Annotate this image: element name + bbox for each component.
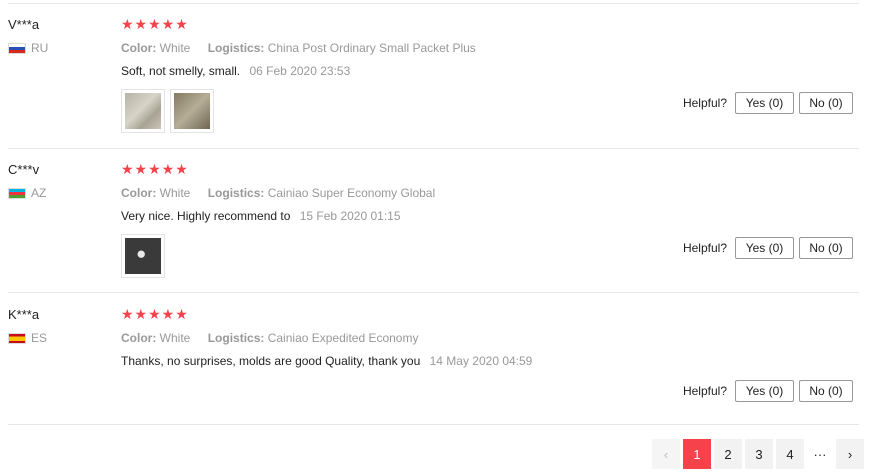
logistics-value: Cainiao Super Economy Global xyxy=(267,186,436,200)
photo-image xyxy=(125,238,161,274)
review-photos xyxy=(121,89,214,133)
color-value: White xyxy=(159,186,191,200)
helpful-yes-button[interactable]: Yes (0) xyxy=(735,380,794,402)
logistics-label: Logistics: xyxy=(207,41,265,55)
review-photo-thumbnail[interactable] xyxy=(121,234,165,278)
review-divider xyxy=(8,424,859,425)
helpful-label: Helpful? xyxy=(682,384,727,398)
next-page-button[interactable]: › xyxy=(836,439,864,469)
review-text: Soft, not smelly, small. xyxy=(121,64,241,78)
review-photos xyxy=(121,234,165,278)
logistics-value: China Post Ordinary Small Packet Plus xyxy=(267,41,476,55)
review-date: 06 Feb 2020 23:53 xyxy=(249,64,351,78)
page-button-4[interactable]: 4 xyxy=(776,439,804,469)
review-text: Very nice. Highly recommend to xyxy=(121,209,291,223)
color-label: Color: xyxy=(121,186,157,200)
review-item: C***v AZ ★★★★★ Color: White Logistics: C… xyxy=(8,162,859,280)
review-date: 14 May 2020 04:59 xyxy=(429,354,533,368)
reviewer-country: RU xyxy=(8,41,48,55)
review-body: Very nice. Highly recommend to 15 Feb 20… xyxy=(121,209,401,223)
helpful-yes-button[interactable]: Yes (0) xyxy=(735,237,794,259)
page-button-1[interactable]: 1 xyxy=(683,439,711,469)
logistics-label: Logistics: xyxy=(207,331,265,345)
color-label: Color: xyxy=(121,331,157,345)
star-rating: ★★★★★ xyxy=(121,161,189,177)
flag-icon xyxy=(8,332,26,344)
page-button-3[interactable]: 3 xyxy=(745,439,773,469)
photo-image xyxy=(174,93,210,129)
helpful-vote: Helpful? Yes (0) No (0) xyxy=(683,92,853,114)
helpful-no-button[interactable]: No (0) xyxy=(799,237,853,259)
helpful-no-button[interactable]: No (0) xyxy=(799,380,853,402)
reviewer-name: K***a xyxy=(8,307,40,322)
pagination: ‹ 1 2 3 4 ··· › xyxy=(652,439,867,469)
reviewer-name: V***a xyxy=(8,17,40,32)
helpful-vote: Helpful? Yes (0) No (0) xyxy=(683,380,853,402)
star-rating: ★★★★★ xyxy=(121,306,189,322)
review-divider xyxy=(8,292,859,293)
flag-icon xyxy=(8,187,26,199)
color-value: White xyxy=(159,41,191,55)
review-body: Thanks, no surprises, molds are good Qua… xyxy=(121,354,532,368)
reviewer-name: C***v xyxy=(8,162,40,177)
helpful-vote: Helpful? Yes (0) No (0) xyxy=(683,237,853,259)
top-divider xyxy=(8,3,859,4)
review-body: Soft, not smelly, small. 06 Feb 2020 23:… xyxy=(121,64,350,78)
reviewer-country: ES xyxy=(8,331,47,345)
star-rating: ★★★★★ xyxy=(121,16,189,32)
pagination-ellipsis: ··· xyxy=(813,446,827,462)
page-button-2[interactable]: 2 xyxy=(714,439,742,469)
country-code: AZ xyxy=(31,186,47,200)
helpful-yes-button[interactable]: Yes (0) xyxy=(735,92,794,114)
color-value: White xyxy=(159,331,191,345)
flag-icon xyxy=(8,42,26,54)
photo-image xyxy=(125,93,161,129)
review-photo-thumbnail[interactable] xyxy=(121,89,165,133)
color-label: Color: xyxy=(121,41,157,55)
review-photo-thumbnail[interactable] xyxy=(170,89,214,133)
reviewer-country: AZ xyxy=(8,186,46,200)
helpful-no-button[interactable]: No (0) xyxy=(799,92,853,114)
helpful-label: Helpful? xyxy=(682,241,727,255)
logistics-label: Logistics: xyxy=(207,186,265,200)
country-code: ES xyxy=(31,331,48,345)
review-item: K***a ES ★★★★★ Color: White Logistics: C… xyxy=(8,307,859,412)
helpful-label: Helpful? xyxy=(682,96,727,110)
logistics-value: Cainiao Expedited Economy xyxy=(267,331,419,345)
country-code: RU xyxy=(31,41,49,55)
review-meta: Color: White Logistics: Cainiao Super Ec… xyxy=(121,186,435,200)
review-divider xyxy=(8,148,859,149)
review-item: V***a RU ★★★★★ Color: White Logistics: C… xyxy=(8,17,859,135)
review-meta: Color: White Logistics: Cainiao Expedite… xyxy=(121,331,418,345)
review-meta: Color: White Logistics: China Post Ordin… xyxy=(121,41,476,55)
review-text: Thanks, no surprises, molds are good Qua… xyxy=(121,354,421,368)
review-date: 15 Feb 2020 01:15 xyxy=(299,209,401,223)
prev-page-button[interactable]: ‹ xyxy=(652,439,680,469)
